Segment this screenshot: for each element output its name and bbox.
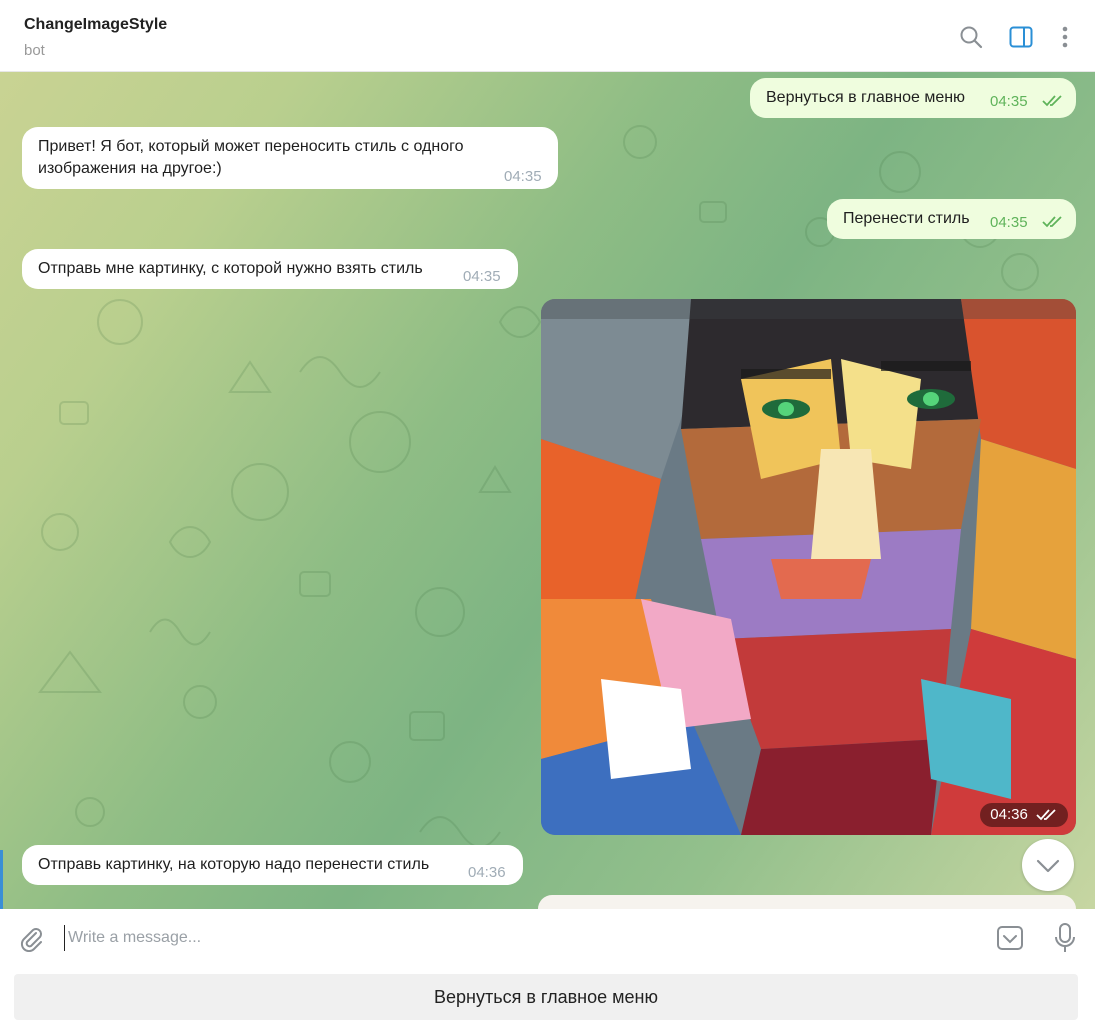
more-vertical-icon[interactable]: [1052, 24, 1078, 50]
chevron-down-icon: [1036, 859, 1060, 873]
microphone-icon[interactable]: [1052, 922, 1078, 954]
read-double-check-icon: [1036, 809, 1056, 821]
message-text: Вернуться в главное меню: [766, 89, 966, 106]
message-photo-partial[interactable]: [538, 895, 1076, 909]
message-bubble-outgoing[interactable]: Перенести стиль 04:35: [827, 199, 1076, 239]
message-photo[interactable]: 04:36: [541, 299, 1076, 835]
message-bubble-incoming[interactable]: Отправь картинку, на которую надо перене…: [22, 845, 523, 885]
photo-timestamp: 04:36: [980, 803, 1068, 827]
read-double-check-icon: [1042, 95, 1062, 107]
search-icon[interactable]: [958, 24, 984, 50]
message-time: 04:36: [990, 806, 1028, 823]
scroll-indicator: [0, 850, 3, 916]
message-list[interactable]: Вернуться в главное меню 04:35 Привет! Я…: [0, 72, 1095, 909]
message-time: 04:35: [990, 214, 1028, 231]
message-time: 04:35: [990, 93, 1028, 110]
message-text: Перенести стиль: [843, 210, 970, 227]
chat-title[interactable]: ChangeImageStyle: [24, 16, 167, 34]
chat-subtitle: bot: [24, 42, 45, 59]
message-bubble-outgoing[interactable]: Вернуться в главное меню 04:35: [750, 78, 1076, 118]
message-time: 04:35: [463, 268, 501, 285]
scroll-to-bottom-button[interactable]: [1022, 839, 1074, 891]
composer: [0, 909, 1095, 967]
emoji-sticker-icon[interactable]: [995, 923, 1025, 953]
paperclip-icon[interactable]: [18, 926, 44, 952]
message-bubble-incoming[interactable]: Привет! Я бот, который может переносить …: [22, 127, 558, 189]
reply-keyboard-button[interactable]: Вернуться в главное меню: [14, 974, 1078, 1020]
read-double-check-icon: [1042, 216, 1062, 228]
message-text: Привет! Я бот, который может переносить …: [38, 138, 464, 177]
message-time: 04:36: [468, 864, 506, 881]
message-input[interactable]: [64, 925, 964, 951]
chat-header: ChangeImageStyle bot: [0, 0, 1095, 72]
message-time: 04:35: [504, 168, 542, 185]
painted-portrait-image: [541, 299, 1076, 835]
message-bubble-incoming[interactable]: Отправь мне картинку, с которой нужно вз…: [22, 249, 518, 289]
sidebar-toggle-icon[interactable]: [1008, 24, 1034, 50]
message-text: Отправь картинку, на которую надо перене…: [38, 856, 430, 873]
message-text: Отправь мне картинку, с которой нужно вз…: [38, 260, 423, 277]
